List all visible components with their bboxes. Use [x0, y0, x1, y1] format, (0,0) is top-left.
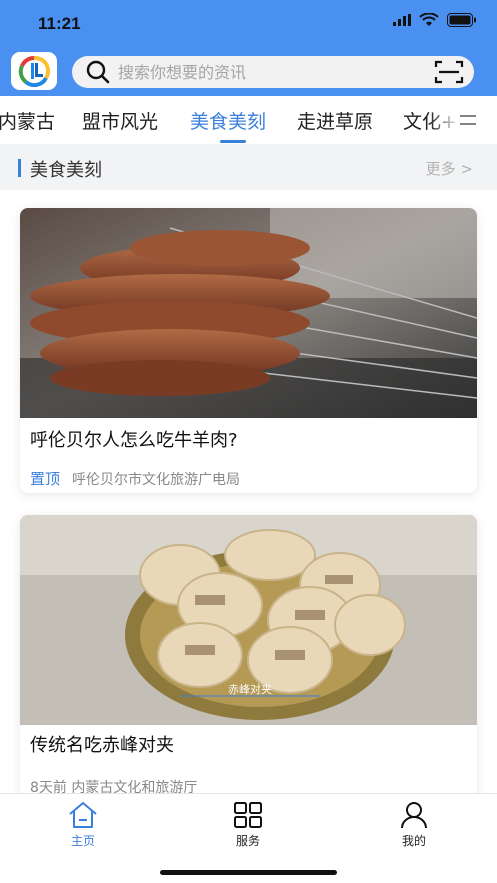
signal-icon: [393, 14, 411, 26]
section-header: 美食美刻 更多 >: [0, 144, 497, 190]
battery-icon: [447, 13, 476, 27]
status-time: 11:21: [38, 14, 81, 33]
tab-grassland[interactable]: 走进草原: [297, 107, 373, 134]
grid-icon: [234, 802, 262, 828]
nav-home-label: 主页: [70, 834, 95, 848]
user-icon: [401, 802, 427, 829]
tab-food[interactable]: 美食美刻: [190, 107, 266, 134]
nav-services[interactable]: 服务: [208, 800, 288, 849]
article-list: 呼伦贝尔人怎么吃牛羊肉? 置顶 呼伦贝尔市文化旅游广电局 赤峰对夹 传统名吃赤峰…: [0, 190, 497, 805]
article-card[interactable]: 赤峰对夹 传统名吃赤峰对夹 8天前 内蒙古文化和旅游厅: [20, 515, 477, 805]
search-bar[interactable]: [72, 56, 474, 88]
app-logo-icon[interactable]: [11, 52, 57, 90]
nav-services-label: 服务: [235, 834, 260, 848]
pinned-badge: 置顶: [30, 470, 61, 488]
nav-profile[interactable]: 我的: [374, 800, 454, 849]
scan-icon[interactable]: [434, 59, 464, 85]
tab-city-scenery[interactable]: 盟市风光: [82, 107, 158, 134]
article-meta: 置顶 呼伦贝尔市文化旅游广电局: [30, 468, 240, 489]
article-source: 呼伦贝尔市文化旅游广电局: [72, 472, 241, 488]
search-input[interactable]: [118, 62, 418, 82]
photo-caption: 赤峰对夹: [228, 682, 272, 696]
more-link[interactable]: 更多 >: [426, 158, 473, 179]
section-accent-bar: [18, 159, 21, 177]
home-icon: [69, 802, 97, 828]
section-title: 美食美刻: [30, 160, 102, 181]
grilled-skewers-photo: [20, 208, 477, 418]
nav-profile-label: 我的: [401, 834, 426, 848]
active-tab-indicator: [220, 140, 246, 143]
wifi-icon: [419, 13, 439, 26]
search-icon[interactable]: [84, 58, 112, 86]
article-title[interactable]: 呼伦贝尔人怎么吃牛羊肉?: [30, 426, 238, 452]
duijia-pastry-photo: 赤峰对夹: [20, 515, 477, 725]
home-indicator: [160, 870, 337, 875]
article-card[interactable]: 呼伦贝尔人怎么吃牛羊肉? 置顶 呼伦贝尔市文化旅游广电局: [20, 208, 477, 493]
article-title[interactable]: 传统名吃赤峰对夹: [30, 731, 174, 757]
category-tabs: 内蒙古 盟市风光 美食美刻 走进草原 文化+: [0, 96, 497, 144]
tab-inner-mongolia[interactable]: 内蒙古: [0, 107, 55, 134]
menu-icon[interactable]: [458, 113, 478, 127]
status-icons: [393, 13, 477, 27]
bottom-nav: 主页 服务 我的: [0, 793, 497, 883]
nav-home[interactable]: 主页: [43, 800, 123, 849]
app-header: 11:21: [0, 0, 497, 96]
